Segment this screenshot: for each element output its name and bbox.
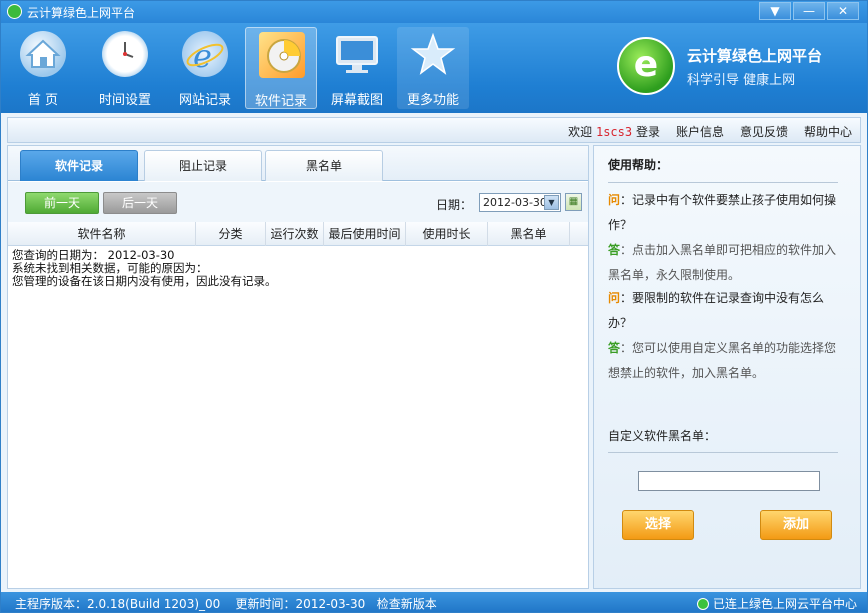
star-icon bbox=[410, 31, 456, 77]
message-line: 您管理的设备在该日期内没有使用，因此没有记录。 bbox=[12, 274, 277, 288]
help-answer: 答：您可以使用自定义黑名单的功能选择您想禁止的软件，加入黑名单。 bbox=[608, 336, 840, 386]
window-controls: ▼ — ✕ bbox=[759, 2, 859, 20]
custom-blacklist-input[interactable] bbox=[638, 471, 820, 491]
nav-home-label: 首 页 bbox=[27, 93, 59, 108]
nav-more-features[interactable]: 更多功能 bbox=[397, 27, 469, 109]
date-value: 2012-03-30 bbox=[483, 196, 547, 209]
tab-blacklist[interactable]: 黑名单 bbox=[265, 150, 383, 181]
nav-more-label: 更多功能 bbox=[406, 93, 459, 108]
nav-screenshot-label: 屏幕截图 bbox=[330, 93, 383, 108]
status-right: 已连上绿色上网云平台中心 bbox=[696, 595, 857, 612]
update-time-text: 更新时间：2012-03-30 bbox=[235, 597, 366, 611]
monitor-icon bbox=[334, 31, 380, 77]
svg-text:e: e bbox=[193, 37, 212, 75]
no-data-message: 您查询的日期为： 2012-03-30 系统未找到相关数据，可能的原因为： 您管… bbox=[12, 249, 277, 288]
records-panel: 软件记录 阻止记录 黑名单 前一天 后一天 日期： 2012-03-30 ▼ ▦… bbox=[7, 145, 589, 589]
help-center-link[interactable]: 帮助中心 bbox=[804, 123, 852, 140]
col-category[interactable]: 分类 bbox=[196, 222, 266, 246]
welcome-text: 欢迎 bbox=[568, 125, 593, 139]
help-question: 问：要限制的软件在记录查询中没有怎么办？ bbox=[608, 286, 840, 336]
answer-text: ：您可以使用自定义黑名单的功能选择您想禁止的软件，加入黑名单。 bbox=[608, 341, 837, 380]
question-text: ：要限制的软件在记录查询中没有怎么办？ bbox=[608, 291, 825, 330]
question-tag: 问 bbox=[608, 291, 621, 305]
title-bar: 云计算绿色上网平台 ▼ — ✕ bbox=[1, 1, 867, 23]
help-panel: 使用帮助： 问：记录中有个软件要禁止孩子使用如何操作？ 答：点击加入黑名单即可把… bbox=[593, 145, 861, 589]
ie-browser-icon: e bbox=[182, 31, 228, 77]
connection-status: 已连上绿色上网云平台中心 bbox=[712, 597, 857, 611]
nav-home[interactable]: 首 页 bbox=[7, 27, 79, 109]
divider bbox=[608, 452, 838, 453]
help-qa-1: 问：记录中有个软件要禁止孩子使用如何操作？ 答：点击加入黑名单即可把相应的软件加… bbox=[608, 188, 840, 288]
help-answer: 答：点击加入黑名单即可把相应的软件加入黑名单，永久限制使用。 bbox=[608, 238, 840, 288]
status-left: 主程序版本：2.0.18(Build 1203)_00 更新时间：2012-03… bbox=[15, 595, 437, 612]
disc-icon bbox=[259, 32, 305, 78]
add-button[interactable]: 添加 bbox=[760, 510, 832, 540]
col-duration[interactable]: 使用时长 bbox=[406, 222, 488, 246]
brand-title: 云计算绿色上网平台 bbox=[687, 47, 823, 65]
main-nav: 首 页 时间设置 e 网站记录 软件记录 屏幕截图 更多功能 e 云计算绿色上网… bbox=[1, 23, 867, 113]
brand-slogan: 科学引导 健康上网 bbox=[687, 73, 796, 88]
date-label: 日期： bbox=[436, 198, 473, 212]
status-bar: 主程序版本：2.0.18(Build 1203)_00 更新时间：2012-03… bbox=[1, 592, 867, 612]
records-table-header: 软件名称 分类 运行次数 最后使用时间 使用时长 黑名单 bbox=[8, 222, 588, 246]
check-update-link[interactable]: 检查新版本 bbox=[377, 597, 437, 611]
question-tag: 问 bbox=[608, 193, 621, 207]
login-link[interactable]: 登录 bbox=[636, 125, 660, 139]
question-text: ：记录中有个软件要禁止孩子使用如何操作？ bbox=[608, 193, 837, 232]
minimize-button[interactable]: — bbox=[793, 2, 825, 20]
answer-text: ：点击加入黑名单即可把相应的软件加入黑名单，永久限制使用。 bbox=[608, 243, 837, 282]
records-tabs: 软件记录 阻止记录 黑名单 bbox=[8, 146, 588, 181]
account-bar: 欢迎 1scs3 登录 账户信息 意见反馈 帮助中心 bbox=[7, 117, 861, 143]
nav-website-records[interactable]: e 网站记录 bbox=[169, 27, 241, 109]
col-last-used[interactable]: 最后使用时间 bbox=[324, 222, 406, 246]
house-icon bbox=[20, 31, 66, 77]
help-question: 问：记录中有个软件要禁止孩子使用如何操作？ bbox=[608, 188, 840, 238]
account-links: 欢迎 1scs3 登录 账户信息 意见反馈 帮助中心 bbox=[568, 123, 852, 140]
calendar-icon[interactable]: ▦ bbox=[565, 193, 582, 211]
custom-blacklist-title: 自定义软件黑名单： bbox=[608, 429, 717, 443]
account-info-link[interactable]: 账户信息 bbox=[676, 123, 724, 140]
connected-icon bbox=[696, 598, 709, 610]
clock-icon bbox=[102, 31, 148, 77]
nav-software-label: 软件记录 bbox=[254, 94, 307, 109]
next-day-button[interactable]: 后一天 bbox=[103, 192, 177, 214]
app-window: 云计算绿色上网平台 ▼ — ✕ 首 页 时间设置 e 网站记录 软件记录 屏幕截… bbox=[0, 0, 868, 613]
answer-tag: 答 bbox=[608, 243, 621, 257]
nav-website-label: 网站记录 bbox=[178, 93, 231, 108]
prev-day-button[interactable]: 前一天 bbox=[25, 192, 99, 214]
help-qa-2: 问：要限制的软件在记录查询中没有怎么办？ 答：您可以使用自定义黑名单的功能选择您… bbox=[608, 286, 840, 386]
date-select[interactable]: 2012-03-30 ▼ bbox=[479, 193, 561, 212]
col-run-count[interactable]: 运行次数 bbox=[266, 222, 324, 246]
tab-blocked-records[interactable]: 阻止记录 bbox=[144, 150, 262, 181]
account-welcome: 欢迎 1scs3 登录 bbox=[568, 123, 660, 140]
nav-software-records[interactable]: 软件记录 bbox=[245, 27, 317, 109]
nav-time-label: 时间设置 bbox=[98, 93, 151, 108]
chevron-down-icon[interactable]: ▼ bbox=[544, 195, 559, 210]
nav-time-settings[interactable]: 时间设置 bbox=[89, 27, 161, 109]
username: 1scs3 bbox=[595, 125, 633, 139]
select-button[interactable]: 选择 bbox=[622, 510, 694, 540]
version-text: 主程序版本：2.0.18(Build 1203)_00 bbox=[15, 597, 221, 611]
menu-dropdown-button[interactable]: ▼ bbox=[759, 2, 791, 20]
nav-screenshot[interactable]: 屏幕截图 bbox=[321, 27, 393, 109]
app-logo-icon bbox=[7, 4, 22, 19]
brand-e-logo-icon: e bbox=[617, 37, 675, 95]
window-title: 云计算绿色上网平台 bbox=[27, 6, 136, 20]
col-software-name[interactable]: 软件名称 bbox=[8, 222, 196, 246]
col-blacklist[interactable]: 黑名单 bbox=[488, 222, 570, 246]
feedback-link[interactable]: 意见反馈 bbox=[740, 123, 788, 140]
close-button[interactable]: ✕ bbox=[827, 2, 859, 20]
brand-block: e 云计算绿色上网平台 科学引导 健康上网 bbox=[617, 31, 847, 101]
divider bbox=[608, 182, 838, 183]
tab-software-records[interactable]: 软件记录 bbox=[20, 150, 138, 181]
answer-tag: 答 bbox=[608, 341, 621, 355]
help-title: 使用帮助： bbox=[608, 158, 669, 172]
date-toolbar: 前一天 后一天 日期： 2012-03-30 ▼ ▦ bbox=[8, 182, 588, 222]
